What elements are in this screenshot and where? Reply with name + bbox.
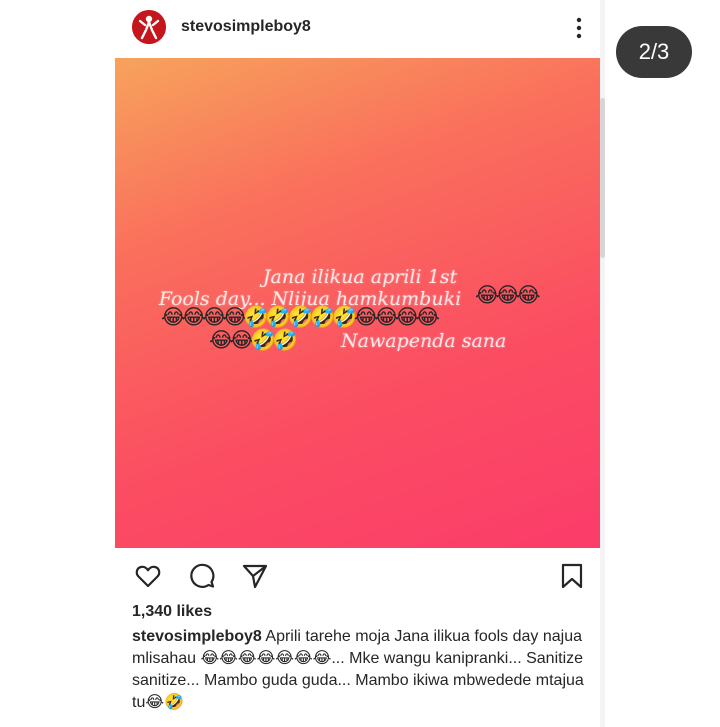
image-emoji-row-3: 😂😂🤣🤣 [209, 329, 298, 352]
post-caption: stevosimpleboy8 Aprili tarehe moja Jana … [132, 626, 600, 714]
bookmark-icon[interactable] [558, 562, 586, 590]
avatar-figure-icon [132, 10, 166, 44]
post-actions-bar [115, 556, 605, 596]
image-emoji-row-2: 😂😂😂😂🤣🤣🤣🤣🤣😂😂😂😂 [161, 306, 440, 329]
post-header: stevosimpleboy8 [115, 0, 605, 58]
image-emoji-row-1: 😂😂😂 [475, 284, 541, 307]
likes-count[interactable]: 1,340 likes [132, 603, 212, 621]
caption-username[interactable]: stevosimpleboy8 [132, 628, 262, 645]
heart-icon[interactable] [134, 562, 162, 590]
scrollbar-thumb[interactable] [600, 98, 605, 258]
instagram-post: stevosimpleboy8 Jana ilikua aprili 1st F… [115, 0, 605, 727]
profile-avatar[interactable] [132, 10, 166, 44]
carousel-page-indicator: 2/3 [616, 26, 692, 78]
comment-bubble-icon[interactable] [188, 562, 216, 590]
more-options-icon[interactable] [569, 14, 589, 42]
post-image[interactable]: Jana ilikua aprili 1st Fools day... Nlij… [115, 58, 605, 548]
post-username[interactable]: stevosimpleboy8 [181, 18, 311, 36]
image-text-line-3: Nawapenda sana [341, 330, 507, 352]
paper-plane-icon[interactable] [241, 562, 269, 590]
